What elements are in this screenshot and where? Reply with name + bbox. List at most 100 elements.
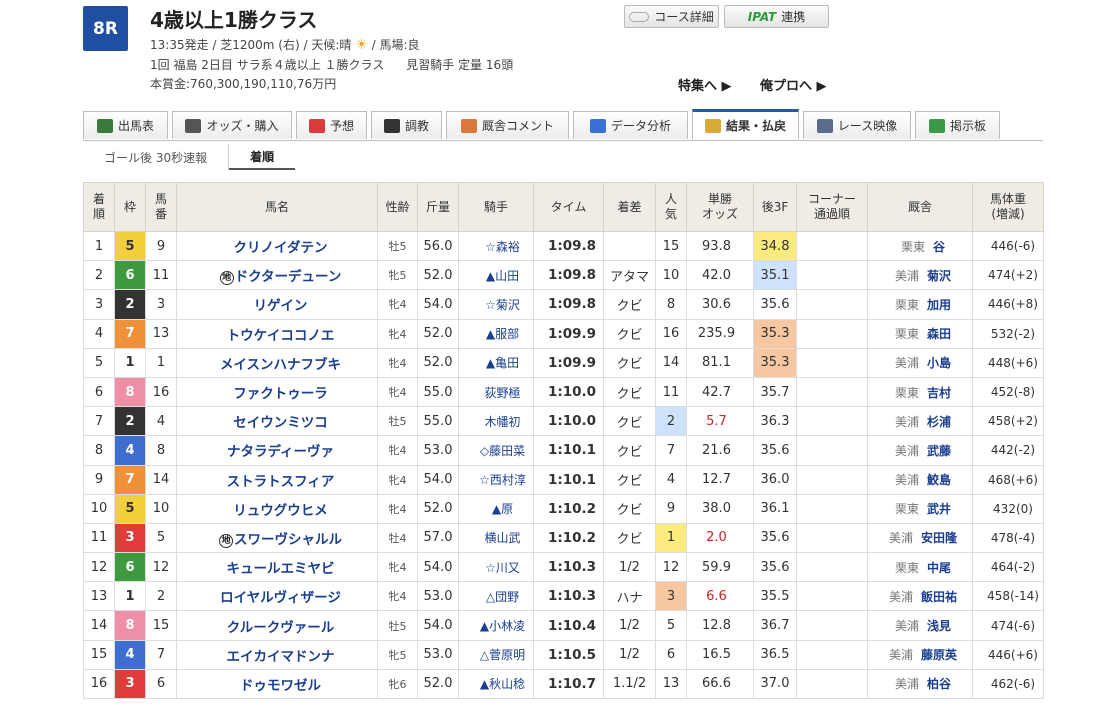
trainer-link[interactable]: 柏谷 <box>927 677 951 691</box>
trainer-link[interactable]: 安田隆 <box>921 531 957 545</box>
trainer-link[interactable]: 浅見 <box>927 619 951 633</box>
time-cell: 1:10.1 <box>533 464 604 495</box>
course-detail-button[interactable]: コース詳細 <box>624 5 719 28</box>
margin-cell: 1/2 <box>603 552 656 583</box>
horse-number-cell: 2 <box>145 581 177 612</box>
jockey-link[interactable]: ▲秋山稔 <box>458 668 534 700</box>
horse-name-link[interactable]: トウケイココノエ <box>176 318 378 349</box>
jockey-link[interactable]: ☆川又 <box>458 552 534 583</box>
tab-chat[interactable]: 掲示板 <box>915 111 1000 139</box>
tab-coins[interactable]: 結果・払戻 <box>692 109 799 139</box>
horse-name-link[interactable]: ファクトゥーラ <box>176 376 378 408</box>
jockey-link[interactable]: ☆菊沢 <box>458 289 534 320</box>
sex-age-cell: 牝4 <box>377 464 418 495</box>
tab-table[interactable]: 出馬表 <box>83 111 168 139</box>
jockey-link[interactable]: ◇藤田菜 <box>458 435 534 466</box>
jockey-link[interactable]: ▲小林凌 <box>458 610 534 641</box>
subtab-finish-order[interactable]: 着順 <box>229 144 296 170</box>
trainer-link[interactable]: 武井 <box>927 502 951 516</box>
horse-name-link[interactable]: リゲイン <box>176 289 378 320</box>
jockey-link[interactable]: ▲山田 <box>458 260 534 291</box>
tab-bar-chart[interactable]: データ分析 <box>573 111 688 139</box>
popularity-cell: 6 <box>655 639 687 670</box>
margin-cell: 1/2 <box>603 610 656 641</box>
table-row: 8 4 8 ナタラディーヴァ 牝4 53.0 ◇藤田菜 1:10.1 クビ 7 21.6 35.6 美浦… <box>83 435 1044 466</box>
horse-name-link[interactable]: メイスンハナフブキ <box>176 347 378 378</box>
margin-cell: クビ <box>603 289 656 320</box>
header-stable: 厩舎 <box>867 182 973 232</box>
trainer-link[interactable]: 鮫島 <box>927 473 951 487</box>
trainer-link[interactable]: 飯田祐 <box>921 590 957 604</box>
horse-name-link[interactable]: リュウグウヒメ <box>176 493 378 524</box>
tab-label: データ分析 <box>610 119 671 133</box>
trainer-link[interactable]: 武藤 <box>927 444 951 458</box>
horse-name-link[interactable]: ドゥモワゼル <box>176 668 378 700</box>
tab-person[interactable]: 厩舎コメント <box>446 111 569 139</box>
popularity-cell: 3 <box>655 581 687 612</box>
jockey-link[interactable]: ▲原 <box>458 493 534 524</box>
horse-name-link[interactable]: キュールエミヤビ <box>176 552 378 583</box>
horse-name-link[interactable]: クリノイダテン <box>176 230 378 262</box>
trainer-link[interactable]: 谷 <box>933 240 945 254</box>
popularity-cell: 4 <box>655 464 687 495</box>
jockey-link[interactable]: 荻野極 <box>458 376 534 408</box>
table-row: 4 7 13 トウケイココノエ 牝4 52.0 ▲服部 1:09.9 クビ 16 235.9 35.3… <box>83 318 1044 349</box>
trainer-link[interactable]: 菊沢 <box>927 269 951 283</box>
header-weight: 斤量 <box>417 182 459 232</box>
last3f-cell: 36.3 <box>753 406 797 437</box>
jockey-link[interactable]: ☆森裕 <box>458 230 534 262</box>
horse-number-cell: 8 <box>145 435 177 466</box>
sex-age-cell: 牝4 <box>377 347 418 378</box>
margin-cell: クビ <box>603 376 656 408</box>
trainer-link[interactable]: 杉浦 <box>927 415 951 429</box>
popularity-cell: 11 <box>655 376 687 408</box>
stable-cell: 栗東 中尾 <box>867 552 973 583</box>
jockey-link[interactable]: △団野 <box>458 581 534 612</box>
horse-name-link[interactable]: エイカイマドンナ <box>176 639 378 670</box>
jockey-link[interactable]: 横山武 <box>458 522 534 554</box>
trainer-link[interactable]: 中尾 <box>927 561 951 575</box>
tab-chart[interactable]: オッズ・購入 <box>172 111 292 139</box>
jockey-link[interactable]: ☆西村淳 <box>458 464 534 495</box>
horse-name-link[interactable]: クルークヴァール <box>176 610 378 641</box>
margin-cell: クビ <box>603 522 656 554</box>
tab-stopwatch[interactable]: 調教 <box>371 111 442 139</box>
trainer-link[interactable]: 森田 <box>927 327 951 341</box>
orepro-link[interactable]: 俺プロへ ▶ <box>760 75 827 94</box>
odds-cell: 21.6 <box>686 435 754 466</box>
coins-icon <box>704 118 721 133</box>
last3f-cell: 35.6 <box>753 522 797 554</box>
trainer-link[interactable]: 加用 <box>927 298 951 312</box>
ipat-link-button[interactable]: IPAT 連携 <box>724 5 829 28</box>
race-title: 4歳以上1勝クラス <box>150 8 318 32</box>
jockey-link[interactable]: 木幡初 <box>458 406 534 437</box>
jockey-link[interactable]: ▲亀田 <box>458 347 534 378</box>
local-horse-mark-icon: 地 <box>219 533 233 548</box>
jockey-link[interactable]: △菅原明 <box>458 639 534 670</box>
horse-name-link[interactable]: 地スワーヴシャルル <box>176 522 378 554</box>
time-cell: 1:10.0 <box>533 406 604 437</box>
last3f-cell: 35.1 <box>753 260 797 291</box>
horse-name-link[interactable]: ロイヤルヴィザージ <box>176 581 378 612</box>
corner-cell <box>796 581 868 612</box>
subtab-quick-result[interactable]: ゴール後 30秒速報 <box>83 144 230 170</box>
horse-number-cell: 6 <box>145 668 177 700</box>
trainer-link[interactable]: 藤原英 <box>921 648 957 662</box>
jockey-link[interactable]: ▲服部 <box>458 318 534 349</box>
horse-name-link[interactable]: セイウンミツコ <box>176 406 378 437</box>
horse-name-link[interactable]: 地ドクターデューン <box>176 260 378 291</box>
corner-cell <box>796 552 868 583</box>
tab-video[interactable]: レース映像 <box>803 111 911 139</box>
trainer-link[interactable]: 小島 <box>927 356 951 370</box>
tab-target[interactable]: 予想 <box>296 111 367 139</box>
horse-name-link[interactable]: ストラトスフィア <box>176 464 378 495</box>
feature-link[interactable]: 特集へ ▶ <box>678 75 732 94</box>
corner-cell <box>796 464 868 495</box>
sex-age-cell: 牝4 <box>377 581 418 612</box>
margin-cell: クビ <box>603 464 656 495</box>
trainer-link[interactable]: 吉村 <box>927 386 951 400</box>
horse-name-link[interactable]: ナタラディーヴァ <box>176 435 378 466</box>
header-popularity: 人 気 <box>655 182 687 232</box>
race-meeting: 1回 福島 2日目 サラ系４歳以上 １勝クラス <box>150 57 385 72</box>
chat-icon <box>928 118 945 133</box>
